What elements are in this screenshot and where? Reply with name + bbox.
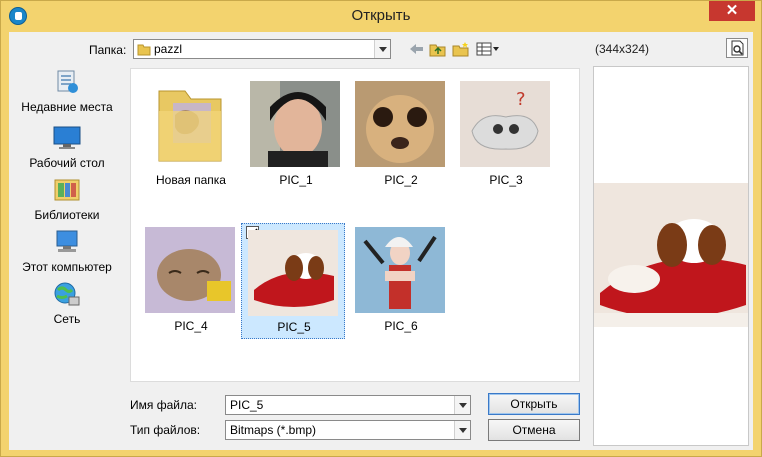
filename-label: Имя файла: <box>130 398 197 412</box>
folder-icon <box>158 90 222 162</box>
chevron-down-icon[interactable] <box>374 40 390 58</box>
window-title: Открыть <box>351 7 411 24</box>
image-thumbnail-pic6 <box>355 227 445 313</box>
file-item[interactable]: PIC_4 <box>139 215 243 335</box>
libraries-icon <box>54 179 80 201</box>
desktop-icon <box>53 126 81 149</box>
place-desktop[interactable]: Рабочий стол <box>9 124 125 176</box>
image-thumbnail-pic2 <box>355 81 445 167</box>
cancel-button[interactable]: Отмена <box>488 419 580 441</box>
preview-toggle-button[interactable] <box>726 38 748 58</box>
file-item[interactable]: PIC_1 <box>244 69 348 189</box>
preview-pane <box>593 66 749 446</box>
new-folder-icon[interactable] <box>452 41 470 57</box>
file-item-selected[interactable]: PIC_5 <box>241 223 345 339</box>
filetype-label: Тип файлов: <box>130 423 201 437</box>
close-button[interactable]: ✕ <box>709 1 755 21</box>
place-computer[interactable]: Этот компьютер <box>9 228 125 280</box>
chevron-down-icon[interactable] <box>454 396 470 414</box>
file-item[interactable]: Новая папка <box>139 69 243 189</box>
image-thumbnail-pic3: ? <box>460 81 550 167</box>
image-dimensions: (344x324) <box>595 42 650 56</box>
filename-field[interactable]: PIC_5 <box>225 395 471 415</box>
folder-icon <box>137 44 151 56</box>
place-recent[interactable]: Недавние места <box>9 68 125 120</box>
dialog-client-area: Папка: pazzl (344x324) Недавние места Ра… <box>9 32 753 450</box>
look-in-label: Папка: <box>89 43 127 57</box>
file-item[interactable]: ? PIC_3 <box>454 69 558 189</box>
computer-icon <box>56 230 78 252</box>
network-icon <box>54 282 80 306</box>
place-label: Этот компьютер <box>22 260 112 274</box>
preview-image <box>594 183 748 327</box>
image-thumbnail-pic5 <box>248 230 338 316</box>
svg-text:?: ? <box>516 89 526 110</box>
place-label: Библиотеки <box>34 208 100 222</box>
image-thumbnail-pic4 <box>145 227 235 313</box>
preview-icon <box>731 40 744 56</box>
folder-combo[interactable]: pazzl <box>133 39 391 59</box>
file-item[interactable]: PIC_2 <box>349 69 453 189</box>
file-list[interactable]: Новая папка PIC_1 PIC_2 ? PIC_3 PIC_4 PI… <box>130 68 580 382</box>
recent-places-icon <box>57 70 78 93</box>
open-dialog-window: Открыть ✕ Папка: pazzl (344x324) Недавни… <box>0 0 762 457</box>
place-label: Сеть <box>53 312 81 326</box>
place-network[interactable]: Сеть <box>9 280 125 332</box>
place-label: Недавние места <box>21 100 113 114</box>
file-item[interactable]: PIC_6 <box>349 215 453 335</box>
chevron-down-icon[interactable] <box>454 421 470 439</box>
view-menu-icon[interactable] <box>476 41 500 57</box>
back-arrow-icon[interactable] <box>407 41 425 57</box>
image-thumbnail-pic1 <box>250 81 340 167</box>
up-folder-icon[interactable] <box>429 41 447 57</box>
place-libraries[interactable]: Библиотеки <box>9 176 125 228</box>
place-label: Рабочий стол <box>29 156 105 170</box>
open-button[interactable]: Открыть <box>488 393 580 415</box>
title-bar[interactable]: Открыть ✕ <box>1 1 761 31</box>
filetype-select[interactable]: Bitmaps (*.bmp) <box>225 420 471 440</box>
